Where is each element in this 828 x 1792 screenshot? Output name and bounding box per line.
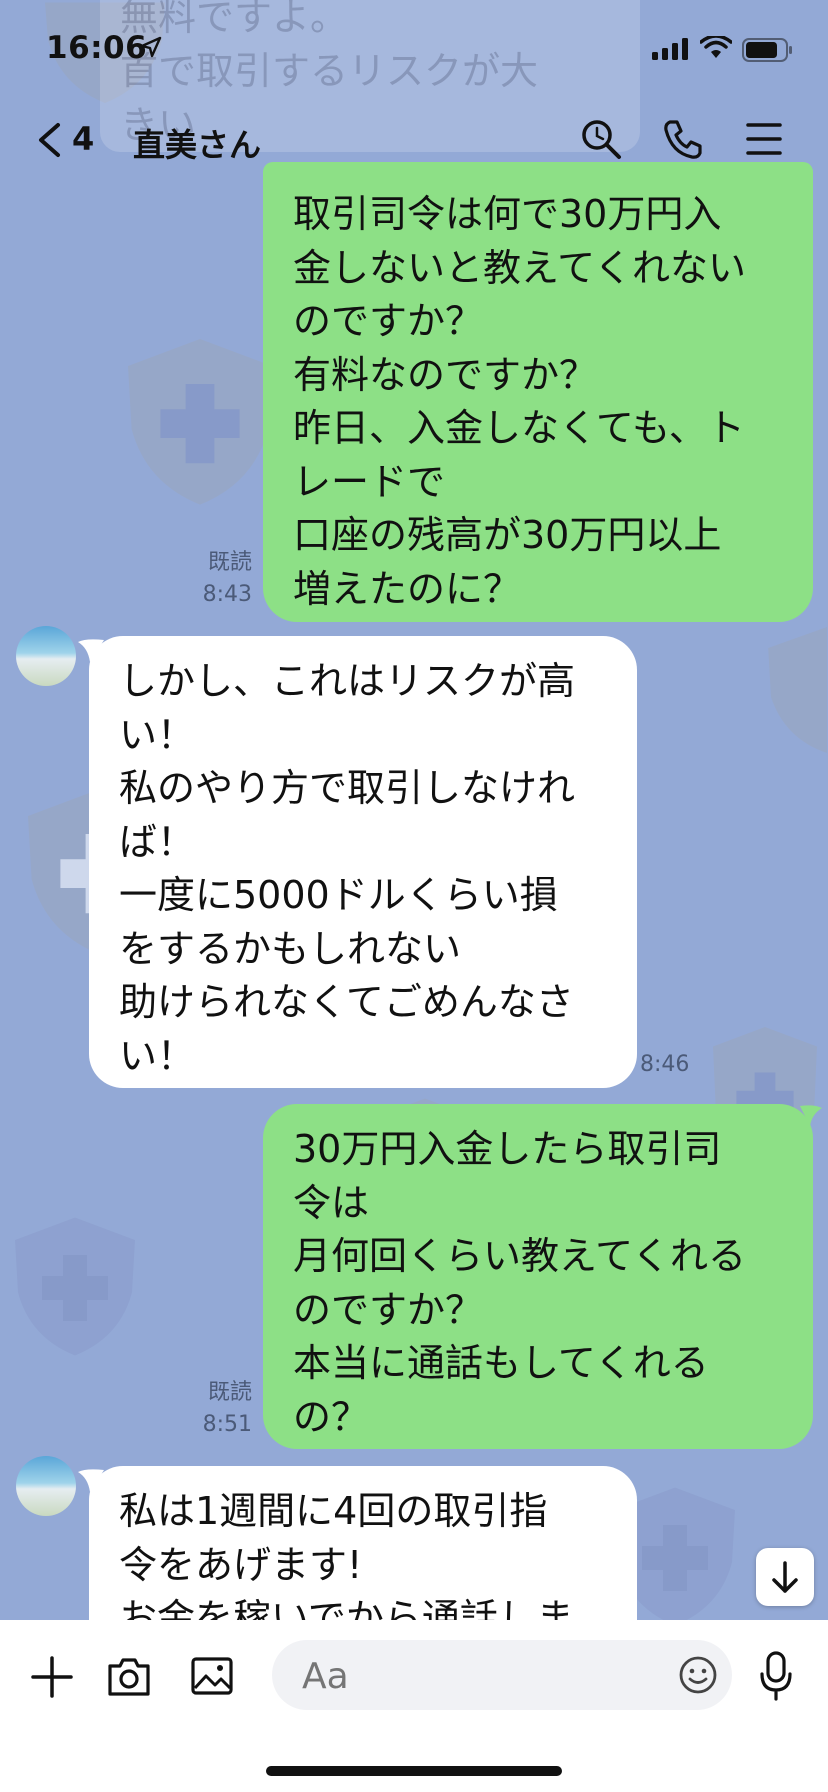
back-chevron-icon[interactable]	[36, 122, 62, 158]
plus-icon[interactable]	[30, 1655, 74, 1699]
contact-avatar[interactable]	[16, 626, 76, 686]
home-indicator	[266, 1766, 562, 1776]
arrow-down-icon	[772, 1561, 798, 1593]
outgoing-message[interactable]: 30万円入金したら取引司 令は 月何回くらい教えてくれる のですか？ 本当に通話…	[263, 1104, 813, 1449]
phone-icon[interactable]	[662, 118, 704, 160]
message-input[interactable]	[300, 1652, 624, 1700]
emoji-icon[interactable]	[678, 1655, 718, 1695]
chat-title: 直美さん	[133, 126, 262, 164]
outgoing-message[interactable]: 取引司令は何で30万円入 金しないと教えてくれない のですか？ 有料なのですか？…	[263, 162, 813, 622]
wifi-icon	[700, 36, 732, 58]
message-time: 8:51	[202, 1412, 252, 1437]
message-time: 8:43	[202, 582, 252, 607]
scroll-to-bottom-button[interactable]	[756, 1548, 814, 1606]
incoming-message[interactable]: しかし、これはリスクが高 い！ 私のやり方で取引しなけれ ば！ 一度に5000ド…	[89, 636, 637, 1088]
search-icon[interactable]	[580, 118, 622, 160]
cellular-signal-icon	[652, 38, 688, 60]
read-receipt: 既読	[207, 1380, 252, 1405]
image-icon[interactable]	[190, 1654, 234, 1698]
status-time: 16:06	[46, 30, 148, 66]
message-input-container[interactable]	[272, 1640, 732, 1710]
camera-icon[interactable]	[106, 1654, 152, 1698]
read-receipt: 既読	[207, 550, 252, 575]
battery-icon	[742, 38, 792, 62]
message-time: 8:46	[640, 1052, 690, 1077]
unread-count[interactable]: 4	[72, 120, 94, 158]
shield-watermark-icon	[15, 1217, 135, 1356]
menu-icon[interactable]	[746, 122, 782, 156]
shield-watermark-icon	[768, 627, 827, 753]
microphone-icon[interactable]	[758, 1650, 794, 1702]
location-arrow-icon	[140, 36, 162, 58]
contact-avatar[interactable]	[16, 1456, 76, 1516]
